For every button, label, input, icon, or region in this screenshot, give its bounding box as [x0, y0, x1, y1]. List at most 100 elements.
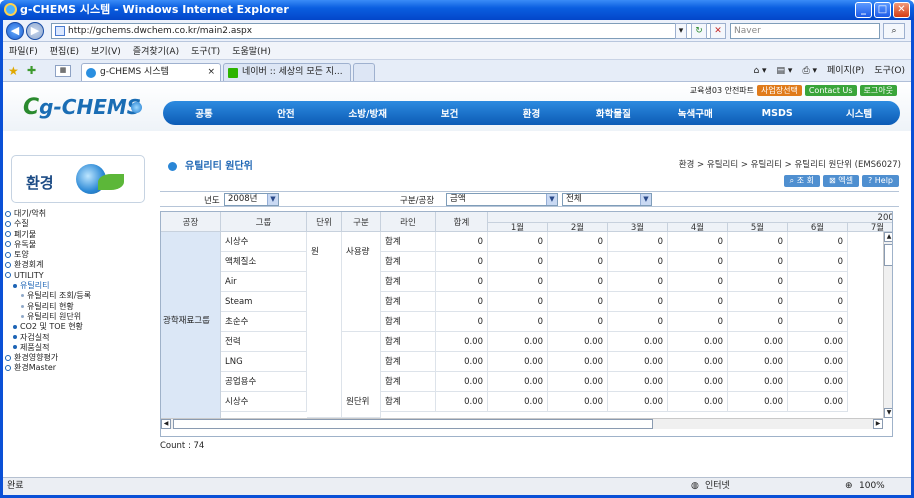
- side-menu-item[interactable]: 수질: [5, 219, 153, 229]
- side-menu-item[interactable]: 대기/악취: [5, 209, 153, 219]
- side-menu-item[interactable]: 유틸리티 원단위: [5, 312, 153, 322]
- line-cell: 합계: [381, 272, 436, 292]
- sum-cell: 0: [436, 312, 488, 332]
- nav-green-purchase[interactable]: 녹색구매: [654, 106, 736, 120]
- nav-health[interactable]: 보건: [409, 106, 491, 120]
- group-cell: 액체질소: [221, 252, 307, 272]
- side-menu-item[interactable]: 폐기물: [5, 230, 153, 240]
- side-menu-item[interactable]: 토양: [5, 250, 153, 260]
- logo-ball-icon: [131, 102, 142, 113]
- scroll-left-icon[interactable]: ◀: [161, 419, 171, 429]
- plant-select[interactable]: 전체 ▼: [562, 193, 652, 206]
- feeds-icon[interactable]: ▤ ▾: [777, 63, 793, 79]
- excel-button[interactable]: ⊠ 엑셀: [822, 175, 859, 187]
- home-icon[interactable]: ⌂ ▾: [753, 63, 766, 79]
- search-input[interactable]: Naver: [730, 23, 880, 39]
- nav-msds[interactable]: MSDS: [736, 108, 818, 119]
- side-menu-item[interactable]: 유틸리티 조회/등록: [5, 291, 153, 301]
- gchems-logo[interactable]: Cg-CHEMS: [23, 95, 142, 120]
- nav-system[interactable]: 시스템: [818, 106, 900, 120]
- zoom-level[interactable]: 100%: [859, 478, 885, 495]
- add-favorite-icon[interactable]: ✚: [27, 64, 36, 77]
- menu-edit[interactable]: 편집(E): [50, 44, 79, 57]
- month-cell: 0: [548, 232, 608, 252]
- url-dropdown-icon[interactable]: ▾: [675, 23, 687, 39]
- forward-icon[interactable]: ▶: [26, 22, 44, 40]
- tab-gchems[interactable]: g-CHEMS 시스템 ×: [81, 63, 221, 81]
- nav-common[interactable]: 공통: [163, 106, 245, 120]
- record-count: Count : 74: [160, 441, 205, 451]
- scroll-down-icon[interactable]: ▼: [884, 408, 892, 418]
- chevron-down-icon: ▼: [267, 194, 278, 205]
- month-cell: 0: [788, 292, 848, 312]
- scroll-right-icon[interactable]: ▶: [873, 419, 883, 429]
- side-menu-item[interactable]: UTILITY: [5, 271, 153, 281]
- side-menu-item[interactable]: 유틸리티 현황: [5, 302, 153, 312]
- search-icon[interactable]: ⌕: [883, 23, 905, 39]
- bullet-icon: [5, 272, 11, 279]
- new-tab-button[interactable]: [353, 63, 375, 81]
- maximize-button[interactable]: □: [874, 2, 891, 18]
- minimize-button[interactable]: _: [855, 2, 872, 18]
- month-cell: 0: [788, 312, 848, 332]
- bullet-icon: [5, 220, 11, 227]
- bullet-icon: [5, 210, 11, 217]
- month-cell: 0: [488, 312, 548, 332]
- close-button[interactable]: ✕: [893, 2, 910, 18]
- scroll-thumb[interactable]: [884, 244, 892, 266]
- group-cell: 시상수: [221, 392, 307, 412]
- sum-cell: 0.00: [436, 392, 488, 412]
- url-input[interactable]: http://gchems.dwchem.co.kr/main2.aspx: [51, 23, 711, 39]
- side-menu-item[interactable]: 유독물: [5, 240, 153, 250]
- side-menu-item[interactable]: CO2 및 TOE 현황: [5, 322, 153, 332]
- menu-help[interactable]: 도움말(H): [232, 44, 271, 57]
- back-icon[interactable]: ◀: [6, 22, 24, 40]
- month-cell: 0.00: [548, 372, 608, 392]
- month-cell: 0.00: [488, 352, 548, 372]
- tools-menu[interactable]: 도구(O): [874, 63, 905, 79]
- line-cell: 합계: [381, 372, 436, 392]
- refresh-icon[interactable]: ↻: [691, 23, 707, 39]
- nav-safety[interactable]: 안전: [245, 106, 327, 120]
- month-cell: 0.00: [728, 372, 788, 392]
- nav-environment[interactable]: 환경: [491, 106, 573, 120]
- month-cell: 0.00: [488, 392, 548, 412]
- side-menu-item[interactable]: 자검실적: [5, 333, 153, 343]
- scroll-thumb[interactable]: [173, 419, 653, 429]
- favorites-star-icon[interactable]: ★: [8, 64, 19, 78]
- month-header: 5월: [728, 223, 788, 233]
- year-select[interactable]: 2008년 ▼: [224, 193, 279, 206]
- menu-file[interactable]: 파일(F): [9, 44, 38, 57]
- menu-view[interactable]: 보기(V): [91, 44, 121, 57]
- type-select[interactable]: 금액 ▼: [446, 193, 558, 206]
- scroll-up-icon[interactable]: ▲: [884, 232, 892, 242]
- print-icon[interactable]: ⎙ ▾: [802, 63, 817, 79]
- side-menu-item[interactable]: 환경회계: [5, 260, 153, 270]
- month-cell: 0.00: [608, 352, 668, 372]
- horizontal-scrollbar[interactable]: ◀ ▶: [161, 418, 883, 429]
- select-site-button[interactable]: 사업장선택: [757, 85, 802, 96]
- side-menu-item[interactable]: 제품실적: [5, 343, 153, 353]
- stop-icon[interactable]: ✕: [710, 23, 726, 39]
- tab-naver[interactable]: 네이버 :: 세상의 모든 지...: [223, 63, 351, 81]
- zoom-icon[interactable]: ⊕: [845, 478, 853, 495]
- quick-tabs-icon[interactable]: ▦: [55, 65, 71, 77]
- side-menu-item[interactable]: 환경Master: [5, 363, 153, 373]
- vertical-scrollbar[interactable]: ▲ ▼: [883, 232, 892, 418]
- help-button[interactable]: ? Help: [861, 175, 899, 187]
- contact-us-button[interactable]: Contact Us: [804, 85, 857, 96]
- line-cell: 합계: [381, 392, 436, 412]
- side-menu-item[interactable]: 유틸리티: [5, 281, 153, 291]
- menu-favorites[interactable]: 즐겨찾기(A): [133, 44, 179, 57]
- logout-button[interactable]: 로그아웃: [859, 85, 897, 96]
- month-cell: 0: [488, 232, 548, 252]
- side-menu-item[interactable]: 환경영향평가: [5, 353, 153, 363]
- nav-fire[interactable]: 소방/방재: [327, 106, 409, 120]
- sum-cell: 0: [436, 232, 488, 252]
- sum-cell: 0.00: [436, 372, 488, 392]
- page-menu[interactable]: 페이지(P): [827, 63, 864, 79]
- search-button[interactable]: ⌕ 조 회: [783, 175, 820, 187]
- tab-close-icon[interactable]: ×: [207, 64, 215, 81]
- menu-tools[interactable]: 도구(T): [191, 44, 220, 57]
- nav-chemicals[interactable]: 화학물질: [572, 106, 654, 120]
